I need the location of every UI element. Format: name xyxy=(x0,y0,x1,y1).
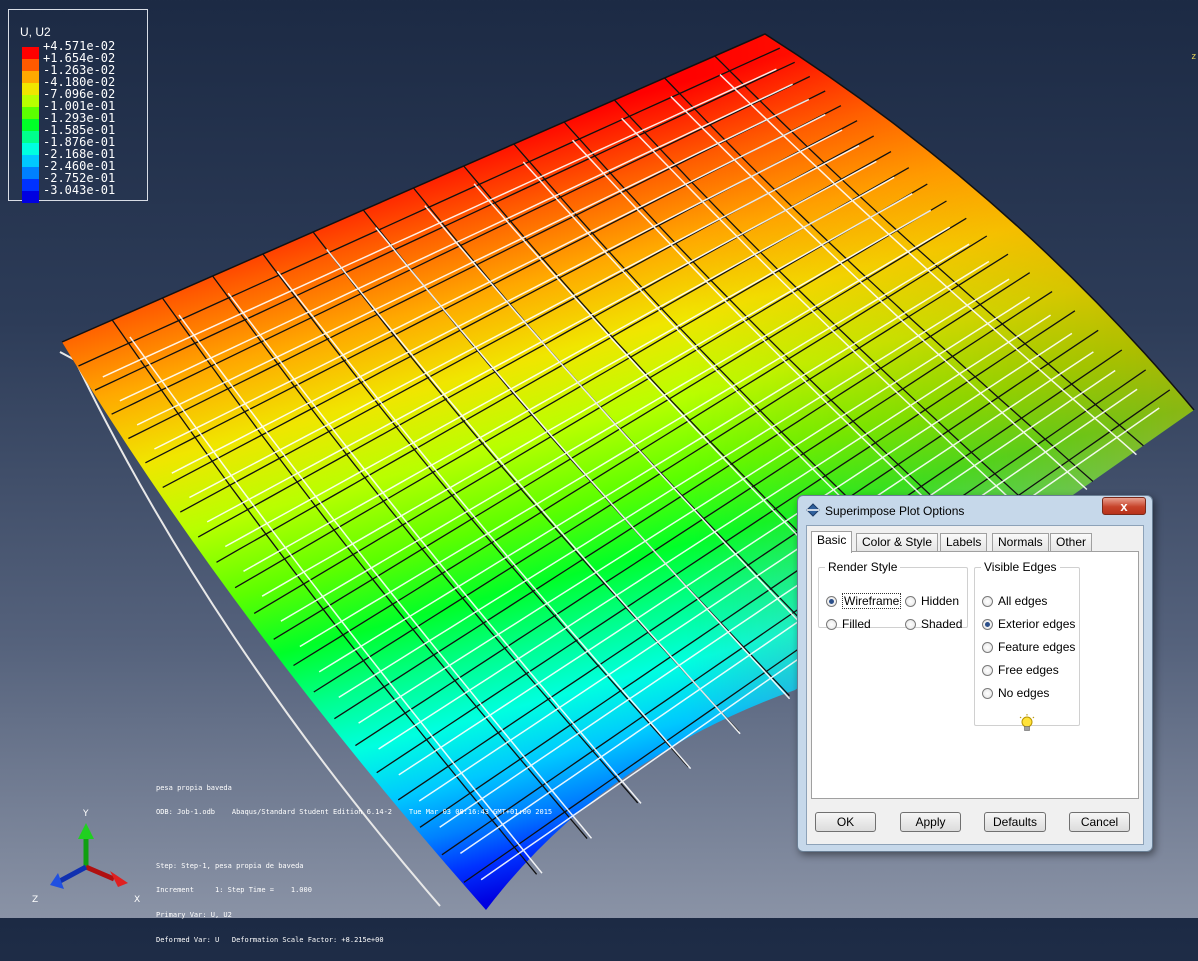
basic-tab-panel: Render Style Wireframe Hidden Filled Sha… xyxy=(811,551,1139,799)
radio-button[interactable] xyxy=(982,619,993,630)
tab-basic[interactable]: Basic xyxy=(811,531,853,553)
radio-label: Feature edges xyxy=(998,640,1076,654)
legend-swatch xyxy=(22,191,39,203)
legend-swatch xyxy=(22,83,39,95)
radio-no-edges[interactable]: No edges xyxy=(982,686,1049,704)
legend-swatch xyxy=(22,179,39,191)
radio-shaded[interactable]: Shaded xyxy=(905,617,962,635)
radio-exterior-edges[interactable]: Exterior edges xyxy=(982,617,1075,635)
apply-button[interactable]: Apply xyxy=(900,812,961,832)
cancel-button[interactable]: Cancel xyxy=(1069,812,1130,832)
close-button[interactable]: x xyxy=(1102,497,1146,515)
render-style-group: Render Style Wireframe Hidden Filled Sha… xyxy=(818,560,968,631)
triad-y-label: Y xyxy=(82,809,89,819)
legend-labels: +4.571e-02 +1.654e-02 -1.263e-02 -4.180e-02… xyxy=(43,40,115,196)
radio-button[interactable] xyxy=(826,619,837,630)
legend-swatch xyxy=(22,47,39,59)
radio-label: Hidden xyxy=(921,594,960,608)
radio-label: Free edges xyxy=(998,663,1059,677)
visible-edges-legend: Visible Edges xyxy=(984,560,1057,574)
radio-label: No edges xyxy=(998,686,1050,700)
triad-x-label: X xyxy=(134,895,140,905)
dialog-body: Basic Color & Style Labels Normals Other… xyxy=(806,525,1144,845)
abaqus-app-icon xyxy=(806,503,820,517)
job-info-line: ODB: Job-1.odb Abaqus/Standard Student E… xyxy=(156,808,553,817)
step-info-line: Step: Step-1, pesa propia de baveda xyxy=(156,861,304,870)
corner-mark: z xyxy=(1191,52,1197,62)
radio-label: All edges xyxy=(998,594,1048,608)
legend-swatches xyxy=(22,47,39,203)
tab-other[interactable]: Other xyxy=(1050,533,1093,552)
legend-swatch xyxy=(22,59,39,71)
step-info-line: Increment 1: Step Time = 1.000 xyxy=(156,886,312,895)
legend-swatch xyxy=(22,107,39,119)
radio-button[interactable] xyxy=(982,596,993,607)
tab-normals[interactable]: Normals xyxy=(992,533,1049,552)
radio-filled[interactable]: Filled xyxy=(826,617,871,635)
legend-swatch xyxy=(22,95,39,107)
lightbulb-icon[interactable] xyxy=(1019,714,1035,734)
triad-z-label: Z xyxy=(32,895,38,905)
step-info-line: Deformed Var: U Deformation Scale Factor… xyxy=(156,936,384,945)
radio-free-edges[interactable]: Free edges xyxy=(982,663,1059,681)
radio-all-edges[interactable]: All edges xyxy=(982,594,1047,612)
legend-swatch xyxy=(22,71,39,83)
radio-button[interactable] xyxy=(826,596,837,607)
radio-label: Exterior edges xyxy=(998,617,1076,631)
radio-wireframe[interactable]: Wireframe xyxy=(826,593,902,612)
radio-button[interactable] xyxy=(982,688,993,699)
superimpose-plot-options-dialog: Superimpose Plot Options x Basic Color &… xyxy=(797,495,1153,852)
contour-legend: U, U2 +4.571e-02 +1.654e-02 -1.263e-02 -4.1… xyxy=(8,9,148,203)
axis-triad: Y X Z xyxy=(32,809,140,905)
radio-button[interactable] xyxy=(905,619,916,630)
radio-button[interactable] xyxy=(982,642,993,653)
job-info: pesa propia baveda ODB: Job-1.odb Abaqus… xyxy=(156,767,552,833)
radio-button[interactable] xyxy=(905,596,916,607)
step-info-line: Primary Var: U, U2 xyxy=(156,911,232,920)
legend-swatch xyxy=(22,155,39,167)
render-style-legend: Render Style xyxy=(828,560,898,574)
tab-color-style[interactable]: Color & Style xyxy=(856,533,939,552)
radio-button[interactable] xyxy=(982,665,993,676)
radio-label: Filled xyxy=(842,617,871,631)
radio-label: Wireframe xyxy=(842,593,902,609)
legend-swatch xyxy=(22,131,39,143)
dialog-titlebar[interactable]: Superimpose Plot Options x xyxy=(798,496,1152,524)
visible-edges-group: Visible Edges All edges Exterior edges F… xyxy=(974,560,1080,731)
step-info: Step: Step-1, pesa propia de baveda Incr… xyxy=(156,845,384,961)
dialog-title: Superimpose Plot Options xyxy=(825,504,965,518)
tab-labels[interactable]: Labels xyxy=(940,533,988,552)
job-info-line: pesa propia baveda xyxy=(156,783,232,792)
legend-label: -3.043e-01 xyxy=(43,183,116,197)
radio-feature-edges[interactable]: Feature edges xyxy=(982,640,1075,658)
defaults-button[interactable]: Defaults xyxy=(984,812,1046,832)
legend-swatch xyxy=(22,167,39,179)
legend-title: U, U2 xyxy=(20,25,51,39)
radio-hidden[interactable]: Hidden xyxy=(905,594,959,612)
legend-swatch xyxy=(22,119,39,131)
ok-button[interactable]: OK xyxy=(815,812,876,832)
radio-label: Shaded xyxy=(921,617,963,631)
legend-swatch xyxy=(22,143,39,155)
